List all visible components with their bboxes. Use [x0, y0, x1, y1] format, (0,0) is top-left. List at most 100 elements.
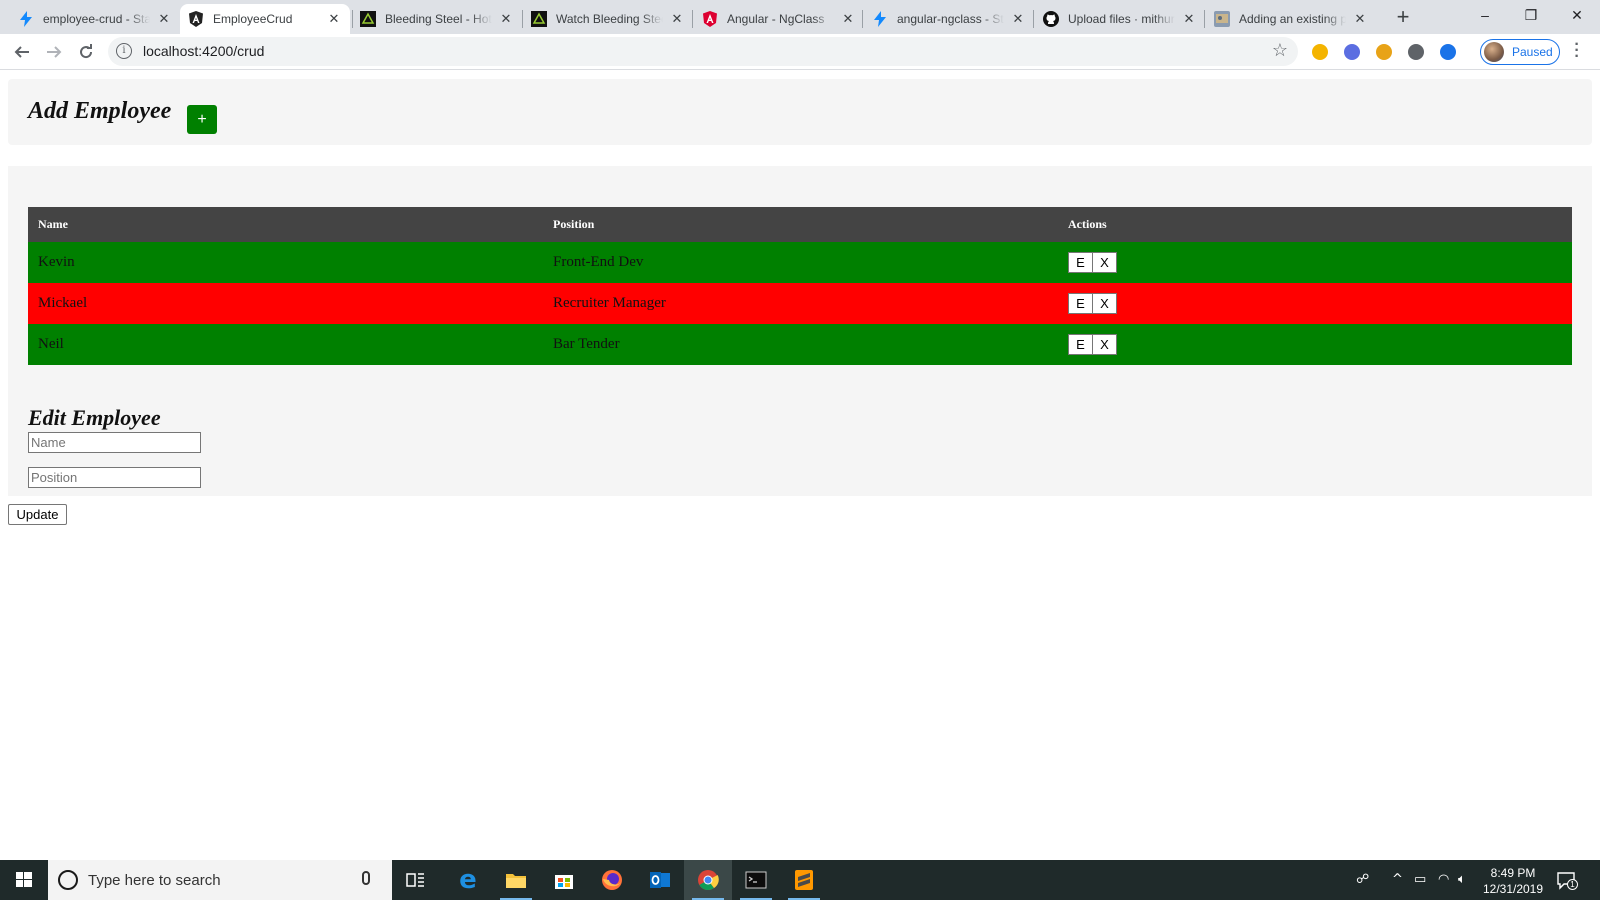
sublime-text-icon[interactable] — [780, 860, 828, 900]
new-tab-button[interactable]: + — [1389, 4, 1417, 32]
movie-site-icon — [531, 11, 547, 27]
edit-employee-title: Edit Employee — [28, 405, 161, 430]
restore-button[interactable]: ❐ — [1508, 0, 1554, 30]
extension-face-icon[interactable] — [1376, 44, 1392, 60]
tab-title: Upload files · mithur — [1068, 12, 1175, 26]
employee-name: Neil — [38, 336, 64, 352]
stackblitz-bolt-icon — [18, 11, 34, 27]
tab-close-icon[interactable]: ✕ — [840, 11, 856, 27]
tab-employee-crud-stackblitz[interactable]: employee-crud - Sta ✕ — [10, 4, 180, 34]
action-center-icon[interactable]: 1 — [1556, 870, 1578, 890]
tab-employeecrud[interactable]: EmployeeCrud ✕ — [180, 4, 350, 34]
row-actions: EX — [1058, 324, 1572, 365]
tab-github-upload-files[interactable]: Upload files · mithur ✕ — [1035, 4, 1205, 34]
tab-close-icon[interactable]: ✕ — [498, 11, 514, 27]
tab-close-icon[interactable]: ✕ — [1010, 11, 1026, 27]
people-icon[interactable]: ☍ — [1356, 872, 1369, 887]
header-position: Position — [553, 217, 595, 231]
tab-title: Bleeding Steel - Hot — [385, 12, 492, 26]
update-button[interactable]: Update — [8, 504, 67, 525]
employee-name: Mickael — [38, 295, 88, 311]
window-close-button[interactable]: ✕ — [1554, 0, 1600, 30]
extension-moon-icon[interactable] — [1312, 44, 1328, 60]
row-actions: EX — [1058, 283, 1572, 324]
search-placeholder: Type here to search — [88, 872, 221, 889]
outlook-icon[interactable] — [636, 860, 684, 900]
microsoft-store-icon[interactable] — [540, 860, 588, 900]
microphone-icon[interactable] — [362, 871, 370, 885]
profile-button[interactable]: Paused — [1480, 39, 1560, 65]
bookmark-star-icon[interactable]: ☆ — [1272, 40, 1288, 61]
volume-icon[interactable]: 🔈︎ — [1458, 872, 1466, 887]
tab-bleeding-steel-hot[interactable]: Bleeding Steel - Hot ✕ — [352, 4, 522, 34]
back-arrow-icon[interactable] — [10, 40, 34, 64]
tab-watch-bleeding-steel[interactable]: Watch Bleeding Stee ✕ — [523, 4, 693, 34]
file-explorer-icon[interactable] — [492, 860, 540, 900]
tab-angular-ngclass[interactable]: Angular - NgClass ✕ — [694, 4, 864, 34]
tab-close-icon[interactable]: ✕ — [1352, 11, 1368, 27]
position-input[interactable] — [28, 467, 201, 488]
taskbar-clock[interactable]: 8:49 PM 12/31/2019 — [1477, 865, 1549, 897]
tab-title: EmployeeCrud — [213, 12, 293, 26]
table-row: Neil Bar Tender EX — [28, 324, 1572, 365]
show-hidden-icons-chevron-icon[interactable]: ^ — [1392, 872, 1403, 887]
edit-button[interactable]: E — [1068, 252, 1093, 273]
address-bar[interactable]: i localhost:4200/crud ☆ — [108, 37, 1298, 66]
tab-close-icon[interactable]: ✕ — [156, 11, 172, 27]
row-actions: EX — [1058, 242, 1572, 283]
tab-close-icon[interactable]: ✕ — [1181, 11, 1197, 27]
url-text: localhost:4200/crud — [143, 43, 265, 59]
firefox-icon[interactable] — [588, 860, 636, 900]
site-info-icon[interactable]: i — [116, 43, 132, 59]
tab-title: Adding an existing p — [1239, 12, 1346, 26]
add-employee-title: Add Employee — [28, 98, 172, 124]
terminal-icon[interactable] — [732, 860, 780, 900]
name-input[interactable] — [28, 432, 201, 453]
employee-position: Recruiter Manager — [553, 295, 666, 311]
angular-icon — [188, 11, 204, 27]
browser-menu-icon[interactable]: · · · — [1572, 37, 1582, 65]
tab-divider — [862, 10, 863, 28]
windows-taskbar: Type here to search e ☍ ^ ▭ ◠ 🔈︎ 8:49 PM… — [0, 860, 1600, 900]
windows-start-icon[interactable] — [0, 860, 48, 900]
clock-date: 12/31/2019 — [1482, 882, 1544, 896]
delete-button[interactable]: X — [1092, 334, 1117, 355]
tab-title: employee-crud - Sta — [43, 12, 150, 26]
tab-divider — [692, 10, 693, 28]
tab-title: angular-ngclass - St — [897, 12, 1004, 26]
edit-button[interactable]: E — [1068, 334, 1093, 355]
chrome-icon[interactable] — [684, 860, 732, 900]
browser-toolbar: i localhost:4200/crud ☆ Paused · · · — [0, 34, 1600, 70]
tab-close-icon[interactable]: ✕ — [326, 11, 342, 27]
github-icon — [1043, 11, 1059, 27]
table-header-row: Name Position Actions — [28, 207, 1572, 242]
tab-close-icon[interactable]: ✕ — [669, 11, 685, 27]
avatar — [1484, 42, 1504, 62]
extension-check-icon[interactable] — [1344, 44, 1360, 60]
delete-button[interactable]: X — [1092, 252, 1117, 273]
extension-circle-icon[interactable] — [1408, 44, 1424, 60]
forward-arrow-icon[interactable] — [42, 40, 66, 64]
edit-button[interactable]: E — [1068, 293, 1093, 314]
add-employee-button[interactable]: + — [187, 105, 217, 134]
table-row: Kevin Front-End Dev EX — [28, 242, 1572, 283]
reload-icon[interactable] — [74, 40, 98, 64]
add-employee-panel: Add Employee + — [8, 79, 1592, 145]
employee-position: Bar Tender — [553, 336, 620, 352]
tab-title: Angular - NgClass — [727, 12, 825, 26]
taskbar-search[interactable]: Type here to search — [48, 860, 392, 900]
tab-angular-ngclass-stackblitz[interactable]: angular-ngclass - St ✕ — [864, 4, 1034, 34]
battery-icon[interactable]: ▭ — [1414, 872, 1426, 887]
employee-name: Kevin — [38, 254, 75, 270]
wifi-icon[interactable]: ◠ — [1438, 872, 1449, 887]
tab-adding-existing-project[interactable]: Adding an existing p ✕ — [1206, 4, 1376, 34]
notification-count-badge: 1 — [1567, 879, 1578, 890]
cortana-circle-icon — [58, 870, 78, 890]
edge-browser-icon[interactable]: e — [444, 860, 492, 900]
minimize-button[interactable]: – — [1462, 0, 1508, 30]
browser-tab-strip: employee-crud - Sta ✕ EmployeeCrud ✕ Ble… — [0, 0, 1600, 34]
delete-button[interactable]: X — [1092, 293, 1117, 314]
task-view-icon[interactable] — [392, 860, 440, 900]
angular-red-icon — [702, 11, 718, 27]
extension-blue-icon[interactable] — [1440, 44, 1456, 60]
